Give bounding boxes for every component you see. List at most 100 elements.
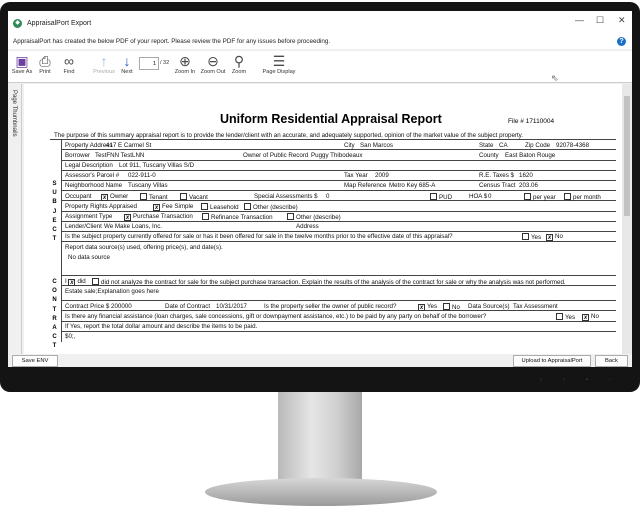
monitor-button-icon: ‹ bbox=[540, 377, 542, 383]
pud-checkbox[interactable] bbox=[430, 192, 437, 200]
thumbnails-sidebar[interactable]: Page Thumbnails bbox=[8, 84, 22, 354]
find-label: Find bbox=[63, 69, 75, 75]
save-icon: ▣ bbox=[15, 53, 29, 69]
upload-button[interactable]: Upload to AppraisalPort bbox=[513, 355, 591, 367]
other-rights-checkbox[interactable] bbox=[244, 202, 251, 210]
address-row: Property Address 417 E Carmel St City Sa… bbox=[62, 140, 616, 151]
borrower-row: Borrower TestFNN TestLNN Owner of Public… bbox=[62, 150, 616, 161]
monitor-stand-base bbox=[205, 478, 437, 506]
file-number: File # 17110004 bbox=[508, 118, 555, 125]
neighborhood: Tuscany Villas bbox=[128, 182, 168, 190]
save-as-button[interactable]: ▣ Save As bbox=[11, 53, 33, 75]
zoom-in-button[interactable]: ⊕ Zoom In bbox=[173, 53, 197, 75]
did-row: I x did did not analyze the contract for … bbox=[62, 276, 616, 287]
help-icon[interactable]: ? bbox=[617, 37, 626, 46]
occupant-row: Occupant x Owner Tenant Vacant Special As… bbox=[62, 191, 616, 202]
scrollbar-thumb[interactable] bbox=[624, 96, 630, 216]
per-year-checkbox[interactable] bbox=[524, 192, 531, 200]
window-title: AppraisalPort Export bbox=[27, 19, 92, 27]
find-button[interactable]: ∞ Find bbox=[60, 53, 78, 75]
did-not-checkbox[interactable] bbox=[92, 277, 99, 285]
label: Yes bbox=[531, 234, 542, 242]
hoa: 0 bbox=[488, 192, 492, 200]
refinance-checkbox[interactable] bbox=[202, 213, 209, 220]
page-number-input[interactable]: 1 bbox=[139, 57, 159, 70]
tenant-checkbox[interactable] bbox=[140, 192, 147, 200]
save-env-button[interactable]: Save ENV bbox=[12, 355, 58, 367]
seller-yes-checkbox[interactable]: x bbox=[418, 303, 425, 311]
seller-no-checkbox[interactable] bbox=[443, 302, 450, 310]
next-button[interactable]: ↓ Next bbox=[117, 53, 137, 75]
amount-row: $0;, bbox=[62, 332, 616, 342]
owner-checkbox[interactable]: x bbox=[101, 193, 108, 201]
label: per month bbox=[573, 193, 601, 201]
zip: 92078-4368 bbox=[556, 141, 590, 149]
assistance-amount: $0;, bbox=[65, 333, 76, 341]
arrow-down-icon: ↓ bbox=[123, 53, 131, 69]
page-total: / 32 bbox=[160, 60, 170, 66]
tax-year: 2009 bbox=[375, 172, 389, 180]
label: Yes bbox=[427, 302, 438, 310]
label: R.E. Taxes $ bbox=[479, 172, 514, 180]
appraisalport-logo-icon: ◆ bbox=[13, 18, 22, 28]
purchase-checkbox[interactable]: x bbox=[124, 214, 131, 221]
label: State bbox=[479, 141, 494, 149]
contract-price-row: Contract Price $ 200000 Date of Contract… bbox=[62, 301, 616, 312]
label: Census Tract bbox=[479, 182, 516, 190]
back-button[interactable]: Back bbox=[595, 355, 628, 367]
did-checkbox[interactable]: x bbox=[68, 278, 76, 286]
minimize-button[interactable]: — bbox=[575, 15, 584, 25]
save-as-label: Save As bbox=[11, 69, 33, 75]
label: did bbox=[77, 277, 86, 285]
offered-no-checkbox[interactable]: x bbox=[546, 234, 553, 242]
contract-price: 200000 bbox=[111, 302, 132, 310]
page-display-dropdown[interactable]: ☰ Page Display bbox=[261, 53, 297, 75]
if-yes-row: If Yes, report the total dollar amount a… bbox=[62, 322, 616, 332]
legal-description: Lot 911, Tuscany Villas S/D bbox=[119, 162, 195, 170]
binoculars-icon: ∞ bbox=[64, 53, 74, 69]
info-message: AppraisalPort has created the below PDF … bbox=[8, 35, 632, 49]
zoom-out-button[interactable]: ⊖ Zoom Out bbox=[199, 53, 227, 75]
fee-simple-checkbox[interactable]: x bbox=[153, 203, 160, 211]
neighborhood-row: Neighborhood Name Tuscany Villas Map Ref… bbox=[62, 181, 616, 192]
next-label: Next bbox=[121, 69, 133, 75]
monitor-bezel: ◆ AppraisalPort Export — ☐ ✕ AppraisalPo… bbox=[0, 2, 640, 392]
label: Tenant bbox=[149, 193, 168, 201]
label: Other (describe) bbox=[296, 214, 341, 221]
label: No bbox=[452, 303, 460, 311]
monitor-stand-neck bbox=[278, 392, 362, 480]
census-tract: 203.06 bbox=[519, 182, 538, 190]
data-sources: Tax Assessment bbox=[513, 302, 558, 310]
zoom-dropdown[interactable]: ⚲ Zoom bbox=[229, 53, 249, 75]
pdf-toolbar: ▣ Save As ⎙ Print ∞ Find ↑ Previous ↓ Ne… bbox=[8, 51, 632, 83]
leasehold-checkbox[interactable] bbox=[201, 202, 208, 210]
label: Special Assessments $ bbox=[254, 192, 318, 200]
other-assignment-checkbox[interactable] bbox=[287, 213, 294, 220]
maximize-button[interactable]: ☐ bbox=[596, 15, 604, 26]
zoom-label: Zoom bbox=[231, 69, 247, 75]
label: PUD bbox=[439, 193, 453, 201]
page-display-label: Page Display bbox=[262, 69, 296, 75]
assistance-yes-checkbox[interactable] bbox=[556, 312, 563, 320]
previous-button[interactable]: ↑ Previous bbox=[91, 53, 117, 75]
assistance-row: Is there any financial assistance (loan … bbox=[62, 311, 616, 322]
map-reference: Metro Key 685-A bbox=[389, 182, 436, 190]
offered-yes-checkbox[interactable] bbox=[522, 233, 529, 241]
label: Fee Simple bbox=[162, 202, 194, 210]
close-button[interactable]: ✕ bbox=[618, 15, 626, 26]
thumbnails-tab[interactable]: Page Thumbnails bbox=[11, 90, 17, 137]
label: Leasehold bbox=[210, 203, 239, 211]
label: Assignment Type bbox=[65, 213, 113, 220]
assistance-no-checkbox[interactable]: x bbox=[582, 313, 589, 321]
label: Legal Description bbox=[65, 162, 113, 170]
print-button[interactable]: ⎙ Print bbox=[36, 53, 54, 75]
per-month-checkbox[interactable] bbox=[564, 192, 571, 200]
label: Purchase Transaction bbox=[133, 213, 193, 220]
label: Yes bbox=[565, 313, 576, 321]
label: Occupant bbox=[65, 192, 92, 200]
export-window: ◆ AppraisalPort Export — ☐ ✕ AppraisalPo… bbox=[8, 11, 632, 367]
pdf-document-view[interactable]: Uniform Residential Appraisal Report Fil… bbox=[24, 84, 622, 354]
purpose-row: The purpose of this summary appraisal re… bbox=[50, 130, 616, 141]
vertical-scrollbar[interactable] bbox=[622, 84, 632, 354]
vacant-checkbox[interactable] bbox=[180, 192, 187, 200]
